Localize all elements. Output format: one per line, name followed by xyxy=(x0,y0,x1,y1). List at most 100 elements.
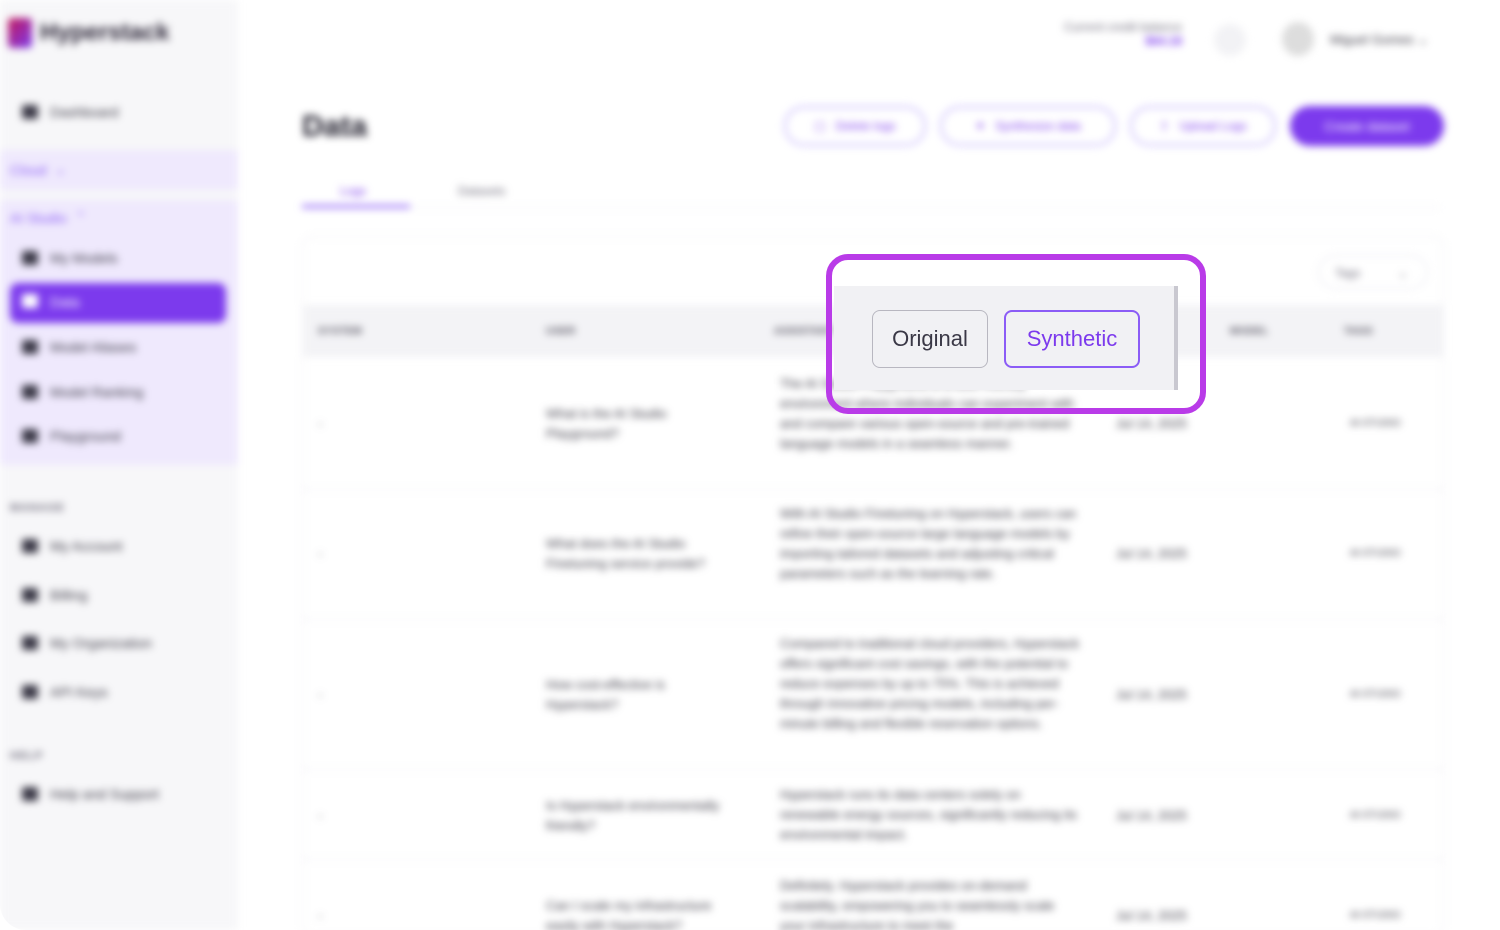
trash-icon: ▢ xyxy=(814,119,826,133)
folder-icon xyxy=(22,294,38,308)
row-divider xyxy=(304,619,1444,620)
sidebar-item-label: Help and Support xyxy=(50,786,159,802)
alias-icon xyxy=(22,340,38,354)
cell-system: - xyxy=(318,416,323,431)
cell-date: Jul 14, 2025 xyxy=(1116,687,1187,702)
cell-system: - xyxy=(318,908,323,923)
avatar[interactable] xyxy=(1282,22,1314,56)
sidebar-item-label: Data xyxy=(50,294,80,310)
cell-date: Jul 14, 2025 xyxy=(1116,908,1187,923)
logo-icon xyxy=(8,18,32,48)
sidebar-item-label: Billing xyxy=(50,587,88,603)
organization-icon xyxy=(22,636,38,650)
cell-system: - xyxy=(318,687,323,702)
sidebar-item-label: Model Aliases xyxy=(50,339,137,355)
cell-user: What does the AI Studio Finetuning servi… xyxy=(546,536,705,571)
column-header-system[interactable]: SYSTEM xyxy=(318,326,362,337)
upload-logs-button[interactable]: ⇪ Upload Logs xyxy=(1130,106,1276,146)
cell-assistant: Hyperstack runs its data centers solely … xyxy=(780,787,1077,842)
ranking-icon xyxy=(22,385,38,399)
sidebar-caption-manage: MANAGE xyxy=(10,502,65,514)
help-icon xyxy=(22,787,38,801)
synthesize-data-button[interactable]: ✦ Synthesize data xyxy=(940,106,1116,146)
sidebar-item-label: API Keys xyxy=(50,684,108,700)
cell-date: Jul 14, 2025 xyxy=(1116,808,1187,823)
create-dataset-button[interactable]: Create dataset xyxy=(1290,106,1444,146)
sidebar-group-ai-studio[interactable]: AI Studio ⌃ xyxy=(10,209,87,226)
app-window: Hyperstack Dashboard Cloud ⌄ AI Studio ⌃… xyxy=(0,0,1470,930)
sparkle-icon: ✦ xyxy=(975,119,986,133)
chevron-up-icon: ⌃ xyxy=(74,209,87,225)
cell-user: Can I scale my infrastructure easily wit… xyxy=(546,898,712,930)
row-divider xyxy=(304,859,1444,860)
sidebar-group-label: Cloud xyxy=(10,161,47,178)
ai-studio-group-bg xyxy=(0,200,238,465)
sidebar-item-help-support[interactable]: Help and Support xyxy=(22,786,159,802)
sidebar-item-model-aliases[interactable]: Model Aliases xyxy=(22,339,136,355)
column-header-model[interactable]: MODEL xyxy=(1230,326,1269,337)
tag-badge: AI-STUDIO xyxy=(1350,689,1401,700)
chevron-down-icon: ⌄ xyxy=(1397,266,1408,280)
user-name: Miguel Gomes xyxy=(1330,32,1414,47)
button-label: Upload Logs xyxy=(1179,119,1247,133)
upload-icon: ⇪ xyxy=(1159,119,1170,133)
sidebar-caption-help: HELP xyxy=(10,750,44,762)
sidebar-item-dashboard[interactable]: Dashboard xyxy=(22,104,119,120)
sidebar-item-label: Playground xyxy=(50,428,121,444)
dashboard-icon xyxy=(22,105,38,119)
sidebar-group-label: AI Studio xyxy=(10,209,67,226)
sidebar-group-cloud[interactable]: Cloud ⌄ xyxy=(10,161,66,178)
tag-badge: AI-STUDIO xyxy=(1350,910,1401,921)
cell-date: Jul 14, 2025 xyxy=(1116,416,1187,431)
page-title: Data xyxy=(302,110,368,143)
logo: Hyperstack xyxy=(8,18,169,48)
sidebar-item-label: My Organization xyxy=(50,635,152,651)
sidebar-item-model-ranking[interactable]: Model Ranking xyxy=(22,384,143,400)
cell-date: Jul 14, 2025 xyxy=(1116,546,1187,561)
sidebar-item-label: Model Ranking xyxy=(50,384,144,400)
active-tab-indicator xyxy=(302,205,410,208)
theme-toggle-moon-icon[interactable] xyxy=(1214,24,1246,56)
cell-user: How cost-effective is Hyperstack? xyxy=(546,677,665,712)
column-header-user[interactable]: USER xyxy=(546,326,576,337)
credit-label: Current credit balance xyxy=(1063,20,1182,34)
credit-value: $64.18 xyxy=(1145,34,1182,48)
credit-balance: Current credit balance $64.18 xyxy=(1032,20,1182,48)
playground-icon xyxy=(22,429,38,443)
app-name: Hyperstack xyxy=(40,19,170,46)
sidebar-item-my-models[interactable]: My Models xyxy=(22,250,118,266)
sidebar-item-label: My Account xyxy=(50,538,123,554)
tab-logs[interactable]: Logs xyxy=(340,184,366,198)
cell-user: Is Hyperstack environmentally friendly? xyxy=(546,798,720,833)
highlight-frame xyxy=(826,254,1206,414)
tab-datasets[interactable]: Datasets xyxy=(458,184,505,198)
row-divider xyxy=(304,489,1444,490)
delete-logs-button[interactable]: ▢ Delete logs xyxy=(784,106,926,146)
sidebar-item-label: Dashboard xyxy=(50,104,119,120)
tags-label: Tags xyxy=(1335,266,1361,280)
billing-icon xyxy=(22,588,38,602)
tag-badge: AI-STUDIO xyxy=(1350,810,1401,821)
key-icon xyxy=(22,685,38,699)
cell-assistant: With AI Studio Finetuning on Hyperstack,… xyxy=(780,506,1077,581)
sidebar-item-billing[interactable]: Billing xyxy=(22,587,87,603)
sidebar-item-my-organization[interactable]: My Organization xyxy=(22,635,152,651)
models-icon xyxy=(22,251,38,265)
button-label: Delete logs xyxy=(835,119,896,133)
cell-user: What is the AI Studio Playground? xyxy=(546,406,667,441)
sidebar-item-my-account[interactable]: My Account xyxy=(22,538,122,554)
user-menu[interactable]: Miguel Gomes ⌄ xyxy=(1330,32,1428,48)
cell-system: - xyxy=(318,546,323,561)
sidebar-item-label: My Models xyxy=(50,250,118,266)
tag-badge: AI-STUDIO xyxy=(1350,548,1401,559)
column-header-tags[interactable]: TAGS xyxy=(1344,326,1373,337)
tags-filter-select[interactable]: Tags ⌄ xyxy=(1318,255,1428,289)
cell-system: - xyxy=(318,808,323,823)
account-icon xyxy=(22,539,38,553)
chevron-down-icon: ⌄ xyxy=(54,161,67,177)
tag-badge: AI-STUDIO xyxy=(1350,418,1401,429)
row-divider xyxy=(304,769,1444,770)
sidebar-item-api-keys[interactable]: API Keys xyxy=(22,684,108,700)
sidebar-item-data-label: Data xyxy=(22,294,80,310)
sidebar-item-playground[interactable]: Playground xyxy=(22,428,121,444)
